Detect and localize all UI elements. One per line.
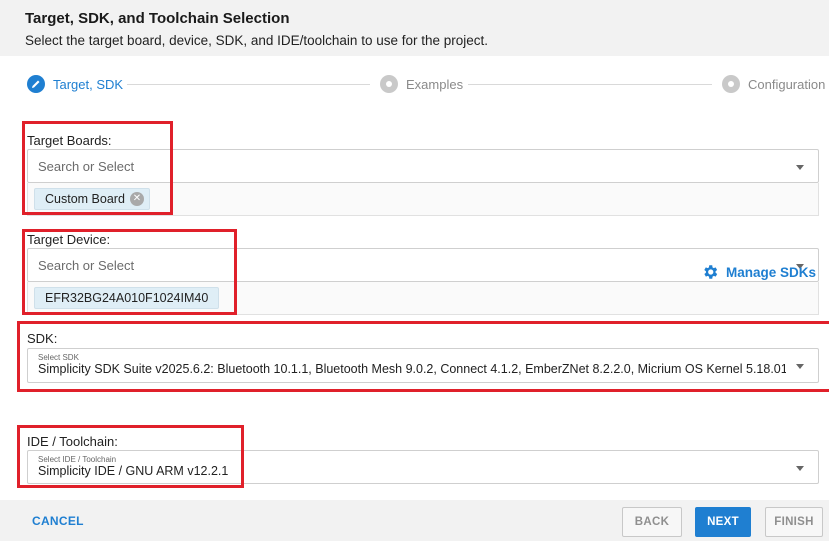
step-label: Configuration (748, 76, 826, 92)
cancel-button[interactable]: CANCEL (32, 514, 84, 528)
step-configuration[interactable]: Configuration (722, 75, 825, 93)
highlight-box (22, 229, 237, 315)
step-label: Examples (406, 76, 464, 92)
gear-icon (704, 265, 718, 279)
chevron-down-icon[interactable] (796, 466, 804, 471)
highlight-box (22, 121, 173, 215)
step-target-sdk[interactable]: Target, SDK (27, 75, 123, 93)
step-label: Target, SDK (53, 76, 124, 92)
dialog-title: Target, SDK, and Toolchain Selection (25, 10, 290, 27)
dialog-subtitle: Select the target board, device, SDK, an… (25, 33, 489, 48)
next-button[interactable]: NEXT (695, 507, 751, 537)
highlight-box (17, 425, 244, 488)
step-connector (468, 84, 712, 85)
step-connector (127, 84, 370, 85)
highlight-box (17, 321, 829, 392)
step-dot-icon (722, 75, 740, 93)
dialog-header: Target, SDK, and Toolchain Selection Sel… (0, 0, 829, 56)
finish-button[interactable]: FINISH (765, 507, 823, 537)
dialog-footer: CANCEL BACK NEXT FINISH (0, 500, 829, 541)
back-button[interactable]: BACK (622, 507, 682, 537)
step-dot-icon (380, 75, 398, 93)
step-examples[interactable]: Examples (380, 75, 463, 93)
pencil-icon (27, 75, 45, 93)
wizard-stepper: Target, SDK Examples Configuration (0, 56, 829, 112)
chevron-down-icon[interactable] (796, 165, 804, 170)
manage-sdks-label: Manage SDKs (725, 264, 816, 280)
manage-sdks-link[interactable]: Manage SDKs (701, 263, 816, 281)
